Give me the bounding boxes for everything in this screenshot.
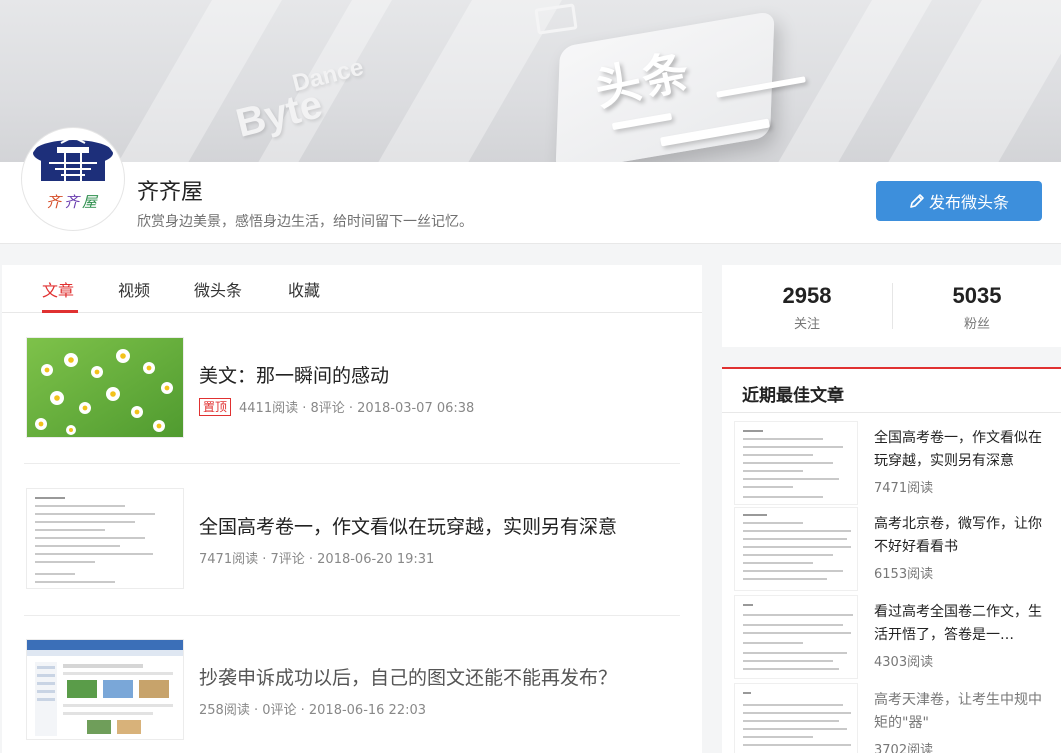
following-stat[interactable]: 2958 关注 bbox=[722, 283, 892, 332]
fans-label: 粉丝 bbox=[963, 317, 990, 332]
best-articles-title: 近期最佳文章 bbox=[742, 386, 844, 406]
article-thumbnail[interactable] bbox=[26, 639, 184, 740]
content-panel: 文章 视频 微头条 收藏 美文：那一瞬间的感动 置顶 4411阅读 · 8评论 … bbox=[2, 265, 702, 753]
article-meta: 置顶 4411阅读 · 8评论 · 2018-03-07 06:38 bbox=[199, 397, 474, 416]
document-page-icon bbox=[27, 489, 183, 588]
article-stats: 7471阅读 · 7评论 · 2018-06-20 19:31 bbox=[199, 552, 435, 567]
article-divider bbox=[24, 463, 680, 464]
active-tab-indicator bbox=[42, 310, 78, 313]
tab-favorites[interactable]: 收藏 bbox=[288, 277, 320, 301]
article-item[interactable]: 全国高考卷一，作文看似在玩穿越，实则另有深意 7471阅读 · 7评论 · 20… bbox=[24, 488, 680, 589]
tab-articles[interactable]: 文章 bbox=[42, 277, 74, 301]
document-page-icon bbox=[735, 596, 857, 678]
best-article-thumbnail[interactable] bbox=[734, 683, 858, 753]
content-tabs: 文章 视频 微头条 收藏 bbox=[2, 265, 702, 313]
publish-button-label: 发布微头条 bbox=[928, 193, 1009, 212]
tab-videos[interactable]: 视频 bbox=[118, 277, 150, 301]
stats-panel: 2958 关注 5035 粉丝 bbox=[722, 265, 1061, 347]
profile-name: 齐齐屋 bbox=[137, 180, 204, 205]
article-meta: 258阅读 · 0评论 · 2018-06-16 22:03 bbox=[199, 699, 426, 718]
best-article-thumbnail[interactable] bbox=[734, 507, 858, 591]
best-article-item[interactable]: 看过高考全国卷二作文，生活开悟了，答卷是一… 4303阅读 bbox=[734, 595, 1061, 679]
best-article-reads: 3702阅读 bbox=[874, 743, 934, 753]
profile-motto: 欣赏身边美景，感悟身边生活，给时间留下一丝记忆。 bbox=[137, 214, 473, 230]
pencil-icon bbox=[910, 194, 924, 208]
article-item[interactable]: 美文：那一瞬间的感动 置顶 4411阅读 · 8评论 · 2018-03-07 … bbox=[24, 337, 680, 438]
best-article-item[interactable]: 全国高考卷一，作文看似在玩穿越，实则另有深意 7471阅读 bbox=[734, 421, 1061, 505]
document-page-icon bbox=[735, 422, 857, 504]
daisy-photo-icon bbox=[27, 338, 183, 437]
profile-bar: 齐齐屋 欣赏身边美景，感悟身边生活，给时间留下一丝记忆。 发布微头条 bbox=[0, 162, 1061, 244]
article-stats: 4411阅读 · 8评论 · 2018-03-07 06:38 bbox=[239, 401, 475, 416]
best-article-title[interactable]: 高考天津卷，让考生中规中矩的"器" bbox=[874, 689, 1044, 735]
best-article-title[interactable]: 高考北京卷，微写作，让你不好好看看书 bbox=[874, 513, 1044, 559]
article-divider bbox=[24, 615, 680, 616]
document-page-icon bbox=[735, 684, 857, 753]
best-article-reads: 6153阅读 bbox=[874, 567, 934, 582]
best-article-item[interactable]: 高考北京卷，微写作，让你不好好看看书 6153阅读 bbox=[734, 507, 1061, 591]
pinned-badge: 置顶 bbox=[199, 397, 232, 416]
article-title[interactable]: 全国高考卷一，作文看似在玩穿越，实则另有深意 bbox=[199, 512, 617, 539]
avatar-text: 齐齐屋 bbox=[45, 193, 101, 211]
article-item[interactable]: 抄袭申诉成功以后，自己的图文还能不能再发布？ 258阅读 · 0评论 · 201… bbox=[24, 639, 680, 740]
avatar-emblem-icon bbox=[33, 135, 113, 181]
article-meta: 7471阅读 · 7评论 · 2018-06-20 19:31 bbox=[199, 548, 434, 567]
best-article-title[interactable]: 全国高考卷一，作文看似在玩穿越，实则另有深意 bbox=[874, 427, 1044, 473]
screenshot-page-icon bbox=[27, 640, 183, 739]
article-stats: 258阅读 · 0评论 · 2018-06-16 22:03 bbox=[199, 703, 427, 718]
avatar[interactable]: 齐齐屋 bbox=[22, 128, 124, 230]
profile-banner: Dance Byte 头条 bbox=[0, 0, 1061, 162]
publish-micro-post-button[interactable]: 发布微头条 bbox=[876, 181, 1042, 221]
article-thumbnail[interactable] bbox=[26, 337, 184, 438]
best-article-item[interactable]: 高考天津卷，让考生中规中矩的"器" 3702阅读 bbox=[734, 683, 1061, 753]
best-article-reads: 7471阅读 bbox=[874, 481, 934, 496]
following-count: 2958 bbox=[782, 283, 832, 308]
following-label: 关注 bbox=[793, 317, 820, 332]
image-icon bbox=[534, 3, 578, 35]
fans-stat[interactable]: 5035 粉丝 bbox=[892, 283, 1061, 332]
best-article-thumbnail[interactable] bbox=[734, 595, 858, 679]
article-title[interactable]: 美文：那一瞬间的感动 bbox=[199, 361, 389, 388]
best-article-title[interactable]: 看过高考全国卷二作文，生活开悟了，答卷是一… bbox=[874, 601, 1044, 647]
best-articles-panel: 近期最佳文章 全国高考卷一，作文看似在玩穿越，实则另有深意 7471阅读 高考北… bbox=[722, 367, 1061, 753]
fans-count: 5035 bbox=[952, 283, 1002, 308]
tab-micro-posts[interactable]: 微头条 bbox=[194, 277, 242, 301]
article-title[interactable]: 抄袭申诉成功以后，自己的图文还能不能再发布？ bbox=[199, 663, 617, 690]
best-article-thumbnail[interactable] bbox=[734, 421, 858, 505]
best-articles-header: 近期最佳文章 bbox=[722, 369, 1061, 413]
article-thumbnail[interactable] bbox=[26, 488, 184, 589]
document-page-icon bbox=[735, 508, 857, 590]
best-article-reads: 4303阅读 bbox=[874, 655, 934, 670]
